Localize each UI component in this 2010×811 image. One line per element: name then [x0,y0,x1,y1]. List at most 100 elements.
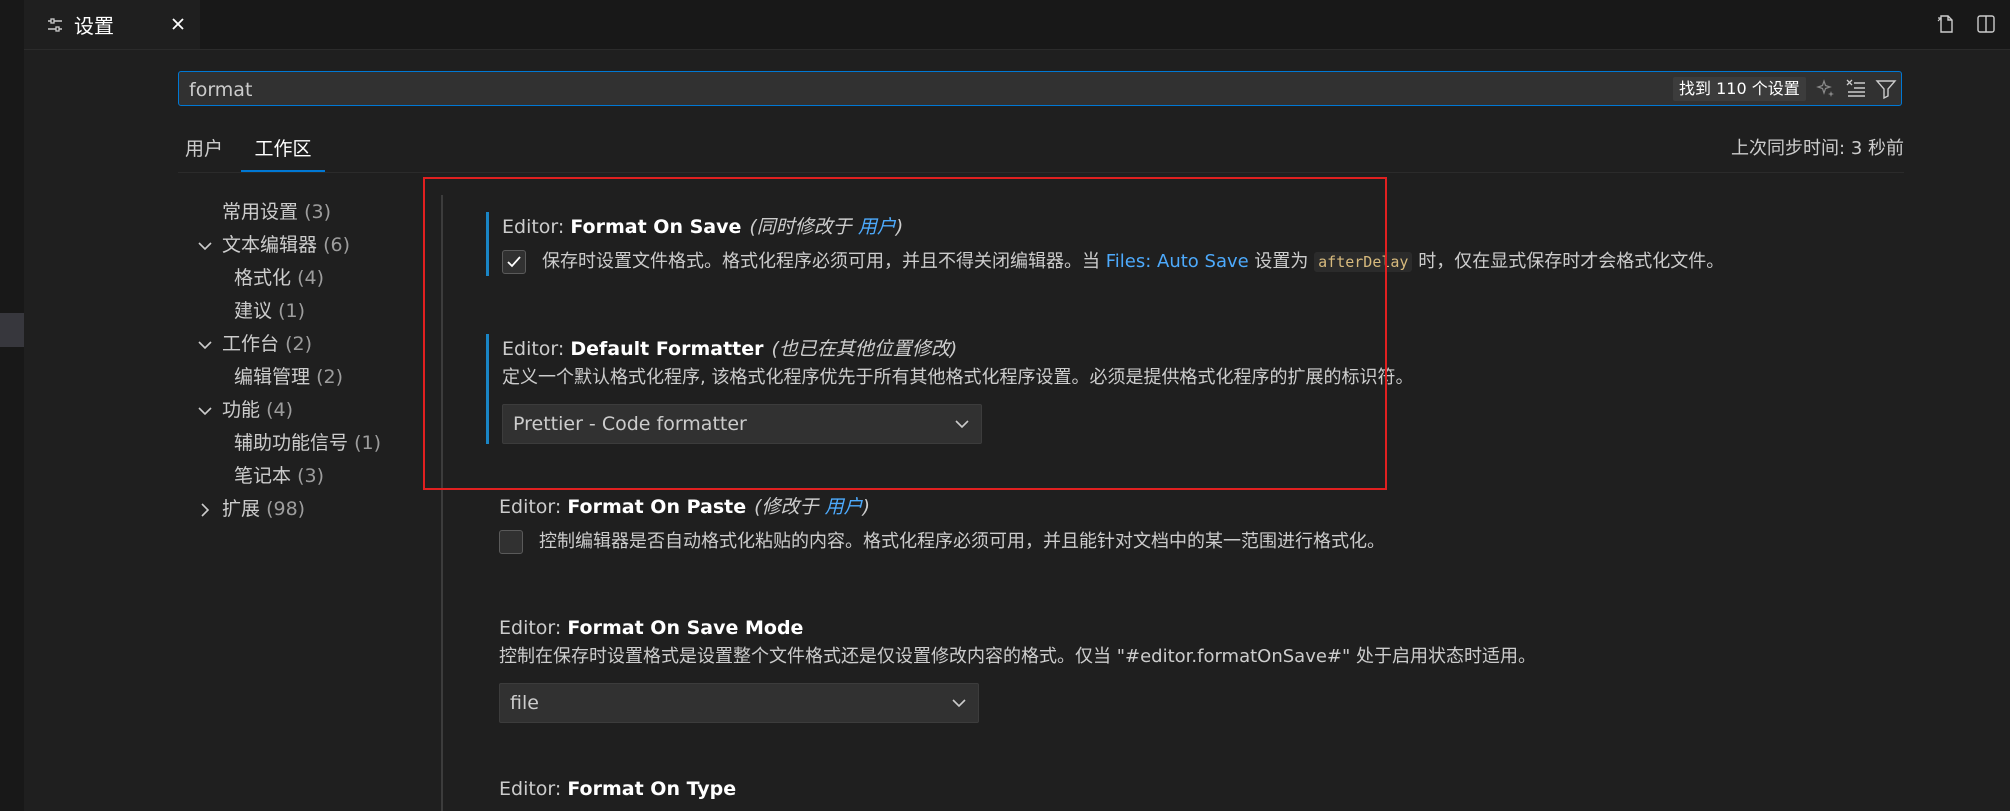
toc-item-count: (3) [297,465,324,487]
toc-item-label: 辅助功能信号 [234,432,349,454]
setting-category: Editor: [502,216,571,238]
modified-suffix: ) [895,216,904,238]
toc-item-count: (98) [266,498,306,520]
modified-suffix: ) [862,496,870,518]
close-icon[interactable] [166,12,190,36]
toc-item-common[interactable]: 常用设置 (3) [178,196,438,229]
clear-filter-icon[interactable] [1845,78,1867,100]
toc-item-count: (2) [316,366,343,388]
settings-table-of-contents: 常用设置 (3) 文本编辑器 (6) 格式化 (4) 建议 (1) 工作台 (2… [178,196,438,526]
activity-bar-active-marker [0,313,24,347]
toc-item-label: 功能 [222,399,261,421]
modified-indicator: (修改于 用户) [754,496,870,518]
toc-item-notebook[interactable]: 笔记本 (3) [178,460,438,493]
toc-item-editor-management[interactable]: 编辑管理 (2) [178,361,438,394]
open-settings-json-icon[interactable] [1934,12,1958,36]
tab-title: 设置 [74,14,114,38]
toc-item-label: 笔记本 [234,465,292,487]
toc-item-label: 常用设置 [222,201,299,223]
setting-title: Editor: Format On Save Mode [499,613,1986,643]
setting-title: Editor: Format On Type [499,774,1986,804]
toc-item-count: (1) [354,432,381,454]
activity-bar [0,0,24,811]
settings-search-input[interactable] [187,75,1641,104]
files-auto-save-link[interactable]: Files: Auto Save [1106,251,1249,272]
format-on-save-checkbox[interactable] [502,250,526,274]
tab-user[interactable]: 用户 [178,128,230,170]
toc-item-features[interactable]: 功能 (4) [178,394,438,427]
toc-item-workbench[interactable]: 工作台 (2) [178,328,438,361]
setting-default-formatter: Editor: Default Formatter (也已在其他位置修改) 定义一… [486,334,1989,444]
toc-item-label: 工作台 [222,333,280,355]
settings-scope-tabs: 用户 工作区 上次同步时间: 3 秒前 [178,128,1904,173]
check-icon [507,256,521,268]
modified-prefix: (同时修改于 [749,216,858,238]
setting-name: Format On Paste [567,496,747,518]
toc-divider [441,195,443,811]
toc-item-count: (4) [266,399,293,421]
format-on-paste-checkbox[interactable] [499,530,523,554]
setting-name: Format On Type [567,778,737,800]
desc-text: 时，仅在显式保存时才会格式化文件。 [1412,251,1725,272]
toc-item-label: 格式化 [234,267,292,289]
default-formatter-dropdown[interactable]: Prettier - Code formatter [502,404,982,444]
search-result-count-badge: 找到 110 个设置 [1673,77,1806,101]
setting-name: Format On Save [570,216,742,238]
sparkle-icon[interactable] [1815,78,1837,100]
setting-name: Default Formatter [570,338,764,360]
setting-format-on-save-mode: Editor: Format On Save Mode 控制在保存时设置格式是设… [486,613,1986,723]
tab-workspace[interactable]: 工作区 [241,128,325,172]
setting-description: 控制编辑器是否自动格式化粘贴的内容。格式化程序必须可用，并且能针对文档中的某一范… [539,531,1385,552]
toc-item-count: (3) [304,201,331,223]
toc-item-count: (4) [297,267,324,289]
tab-settings[interactable]: 设置 [24,0,200,49]
modified-indicator: (也已在其他位置修改) [771,338,958,360]
split-editor-icon[interactable] [1974,12,1998,36]
format-on-save-mode-dropdown[interactable]: file [499,683,979,723]
code-snippet: afterDelay [1314,252,1413,272]
setting-format-on-type: Editor: Format On Type [486,774,1986,804]
modified-indicator: (同时修改于 用户) [749,216,903,238]
sync-status: 上次同步时间: 3 秒前 [1731,138,1904,159]
filter-icon[interactable] [1875,78,1897,100]
dropdown-value: file [510,692,539,714]
setting-description: 控制在保存时设置格式是设置整个文件格式还是仅设置修改内容的格式。仅当 "#edi… [499,646,1537,667]
setting-category: Editor: [499,617,568,639]
toc-item-label: 建议 [234,300,273,322]
toc-item-label: 编辑管理 [234,366,311,388]
toc-item-count: (6) [323,234,350,256]
chevron-down-icon [198,341,212,350]
chevron-down-icon [198,242,212,251]
setting-format-on-save: Editor: Format On Save (同时修改于 用户) 保存时设置文件… [486,212,1989,276]
chevron-down-icon [952,699,966,708]
desc-text: 设置为 [1248,251,1315,272]
chevron-right-icon [201,503,210,517]
toc-item-count: (2) [285,333,312,355]
modified-scope-link[interactable]: 用户 [825,496,863,518]
settings-sliders-icon [44,14,66,36]
setting-title: Editor: Default Formatter (也已在其他位置修改) [502,334,1989,364]
setting-title: Editor: Format On Paste (修改于 用户) [499,492,1986,522]
toc-item-formatting[interactable]: 格式化 (4) [178,262,438,295]
setting-title: Editor: Format On Save (同时修改于 用户) [502,212,1989,242]
editor-tab-bar: 设置 [24,0,2010,50]
dropdown-value: Prettier - Code formatter [513,413,747,435]
settings-search-box: 找到 110 个设置 [178,71,1902,106]
setting-description: 定义一个默认格式化程序, 该格式化程序优先于所有其他格式化程序设置。必须是提供格… [502,367,1414,388]
toc-item-text-editor[interactable]: 文本编辑器 (6) [178,229,438,262]
setting-category: Editor: [499,496,568,518]
setting-format-on-paste: Editor: Format On Paste (修改于 用户) 控制编辑器是否自… [486,492,1986,556]
modified-scope-link[interactable]: 用户 [858,216,896,238]
toc-item-count: (1) [278,300,305,322]
toc-item-extensions[interactable]: 扩展 (98) [178,493,438,526]
setting-category: Editor: [502,338,571,360]
toc-item-suggestions[interactable]: 建议 (1) [178,295,438,328]
chevron-down-icon [955,420,969,429]
setting-description: 保存时设置文件格式。格式化程序必须可用，并且不得关闭编辑器。当 Files: A… [542,248,1724,276]
toc-item-accessibility-signals[interactable]: 辅助功能信号 (1) [178,427,438,460]
setting-name: Format On Save Mode [567,617,804,639]
setting-category: Editor: [499,778,568,800]
modified-prefix: (修改于 [754,496,825,518]
toc-item-label: 扩展 [222,498,261,520]
toc-item-label: 文本编辑器 [222,234,318,256]
